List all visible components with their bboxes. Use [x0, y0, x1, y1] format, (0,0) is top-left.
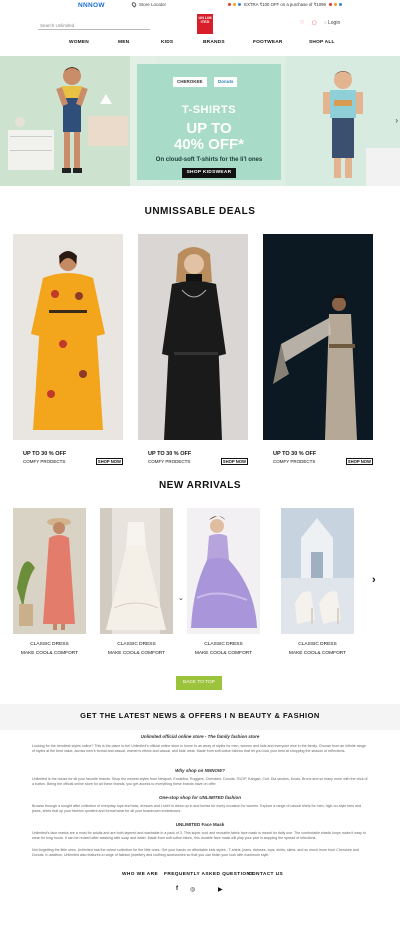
- deal-sub-text: COMFY PRODECTS: [273, 459, 316, 464]
- promo-dot: [329, 3, 333, 6]
- nav-kids[interactable]: KIDS: [161, 40, 173, 45]
- nav-men[interactable]: MEN: [118, 40, 129, 45]
- deal-card[interactable]: UP TO 30 % OFF COMFY PRODECTS SHOP NOW: [263, 234, 373, 465]
- footer-links: WHO WE ARE FREQUENTLY ASKED QUESTIONS CO…: [0, 872, 400, 880]
- deal-sub-text: COMFY PRODECTS: [148, 459, 191, 464]
- hero-line-3: 40% OFF*: [173, 136, 245, 153]
- chevron-down-icon[interactable]: ⌄: [178, 594, 184, 602]
- cherokee-logo: CHEROKEE: [173, 77, 207, 87]
- promo-dot: [228, 3, 231, 6]
- cart-bag-icon[interactable]: ▢: [312, 20, 317, 26]
- seo-paragraph-5: Not forgetting the little ones, Unlimite…: [32, 848, 359, 857]
- hero-brand-logos: CHEROKEE Donuts: [173, 70, 238, 87]
- promo-strip: EXTRA ₹100 OFF on a purchase of ₹1099: [228, 2, 344, 8]
- arrivals-title: NEW ARRIVALS: [158, 480, 242, 491]
- arrival-sub: MAKE COOL& COMFORT: [288, 651, 347, 656]
- nav-footwear[interactable]: FOOTWEAR: [253, 40, 283, 45]
- donuts-logo: Donuts: [213, 77, 238, 87]
- user-icon[interactable]: ◌: [324, 20, 327, 26]
- arrivals-next-arrow-icon[interactable]: ›: [372, 574, 376, 586]
- arrival-sub: MAKE COOL& COMFORT: [107, 651, 166, 656]
- arrival-name: CLASSIC DRESS: [204, 642, 243, 647]
- seo-heading-2: Why shop on NNNOW?: [175, 768, 225, 773]
- location-pin-icon: [130, 1, 138, 8]
- promo-dot: [238, 3, 241, 6]
- arrival-image-lavender-gown: [187, 508, 260, 634]
- top-bar: NNNOW Store Locator EXTRA ₹100 OFF on a …: [0, 0, 400, 12]
- seo-heading-1: Unlimited official online store - The fa…: [140, 734, 260, 739]
- footer-faq-link[interactable]: FREQUENTLY ASKED QUESTIONS: [164, 872, 254, 877]
- nav-shop-all[interactable]: SHOP ALL: [309, 40, 335, 45]
- nav-women[interactable]: WOMEN: [69, 40, 89, 45]
- arrival-image-wedding-gown: [100, 508, 173, 634]
- deal-offer-text: UP TO 30 % OFF: [273, 451, 317, 457]
- news-title: GET THE LATEST NEWS & OFFERS I N BEAUTY …: [80, 711, 320, 720]
- seo-heading-4: UNLIMITED Face Mask: [175, 822, 225, 827]
- promo-dot: [339, 3, 343, 6]
- youtube-icon[interactable]: ▶: [218, 886, 223, 893]
- seo-heading-3: One-stop shop for UNLIMITED fashion: [159, 795, 241, 800]
- store-locator-label: Store Locator: [139, 2, 167, 7]
- arrival-sub: MAKE COOL& COMFORT: [20, 651, 79, 656]
- deal-offer-text: UP TO 30 % OFF: [148, 451, 192, 457]
- back-to-top-button[interactable]: BACK TO TOP: [176, 676, 222, 690]
- unlimited-logo[interactable]: UN LIM ITED: [197, 14, 213, 34]
- deal-image-black-dress: [138, 234, 248, 440]
- shop-kidswear-button[interactable]: SHOP KIDSWEAR: [182, 168, 236, 178]
- hero-kid-left-image: [56, 67, 88, 173]
- deal-image-saree: [263, 234, 373, 440]
- deal-image-yellow-kaftan: [13, 234, 123, 440]
- nav-brands[interactable]: BRANDS: [203, 40, 225, 45]
- seo-paragraph-3: Browse through a sought after collection…: [32, 804, 362, 813]
- hero-offer-panel: CHEROKEE Donuts T-SHIRTS UP TO 40% OFF* …: [137, 64, 281, 180]
- arrival-name: CLASSIC DRESS: [298, 642, 337, 647]
- deals-title: UNMISSABLE DEALS: [144, 206, 256, 217]
- search-input[interactable]: Search Unlimited: [38, 22, 150, 30]
- header-actions: ♡ ▢ ◌Login: [300, 20, 346, 26]
- seo-paragraph-2: Unlimited is the house for all your favo…: [32, 777, 368, 786]
- hero-line-4: On cloud-soft T-shirts for the li'l ones: [155, 157, 263, 163]
- arrival-card[interactable]: CLASSIC DRESS MAKE COOL& COMFORT: [100, 508, 173, 656]
- instagram-icon[interactable]: ◎: [190, 886, 195, 893]
- arrival-card[interactable]: CLASSIC DRESS MAKE COOL& COMFORT: [281, 508, 354, 656]
- seo-paragraph-1: Looking for the trendiest styles online?…: [32, 744, 366, 753]
- hero-kid-right-image: [323, 71, 363, 178]
- login-link[interactable]: Login: [328, 20, 340, 26]
- deal-card[interactable]: UP TO 30 % OFF COMFY PRODECTS SHOP NOW: [138, 234, 248, 465]
- deal-offer-text: UP TO 30 % OFF: [23, 451, 67, 457]
- arrival-image-bridal-heels: [281, 508, 354, 634]
- arrival-image-pink-dress: [13, 508, 86, 634]
- deal-card[interactable]: UP TO 30 % OFF COMFY PRODECTS SHOP NOW: [13, 234, 123, 465]
- footer-contact-link[interactable]: CONTACT US: [248, 872, 283, 877]
- arrival-card[interactable]: CLASSIC DRESS MAKE COOL& COMFORT: [187, 508, 260, 656]
- shop-now-button[interactable]: SHOP NOW: [345, 458, 373, 465]
- hero-line-2: UP TO: [186, 120, 232, 137]
- arrival-name: CLASSIC DRESS: [30, 642, 69, 647]
- promo-dot: [233, 3, 236, 6]
- hero-banner[interactable]: CHEROKEE Donuts T-SHIRTS UP TO 40% OFF* …: [0, 56, 400, 186]
- shop-now-button[interactable]: SHOP NOW: [95, 458, 123, 465]
- facebook-icon[interactable]: f: [176, 886, 178, 892]
- hero-line-1: T-SHIRTS: [181, 104, 237, 116]
- shop-now-button[interactable]: SHOP NOW: [220, 458, 248, 465]
- promo-text: EXTRA ₹100 OFF on a purchase of ₹1099: [244, 2, 326, 7]
- hero-next-arrow-icon[interactable]: ›: [395, 116, 398, 125]
- store-locator-link[interactable]: Store Locator: [130, 1, 167, 8]
- footer-who-we-are-link[interactable]: WHO WE ARE: [122, 872, 158, 877]
- nnnow-brand-link[interactable]: NNNOW: [78, 2, 105, 9]
- arrival-card[interactable]: CLASSIC DRESS MAKE COOL& COMFORT: [13, 508, 86, 656]
- deal-sub-text: COMFY PRODECTS: [23, 459, 66, 464]
- seo-paragraph-4: Unlimited's face masks are a must for ad…: [32, 831, 366, 840]
- arrival-sub: MAKE COOL& COMFORT: [194, 651, 253, 656]
- promo-dot: [334, 3, 338, 6]
- arrival-name: CLASSIC DRESS: [117, 642, 156, 647]
- wishlist-heart-icon[interactable]: ♡: [300, 20, 304, 26]
- main-nav: WOMEN MEN KIDS BRANDS FOOTWEAR SHOP ALL: [0, 40, 400, 50]
